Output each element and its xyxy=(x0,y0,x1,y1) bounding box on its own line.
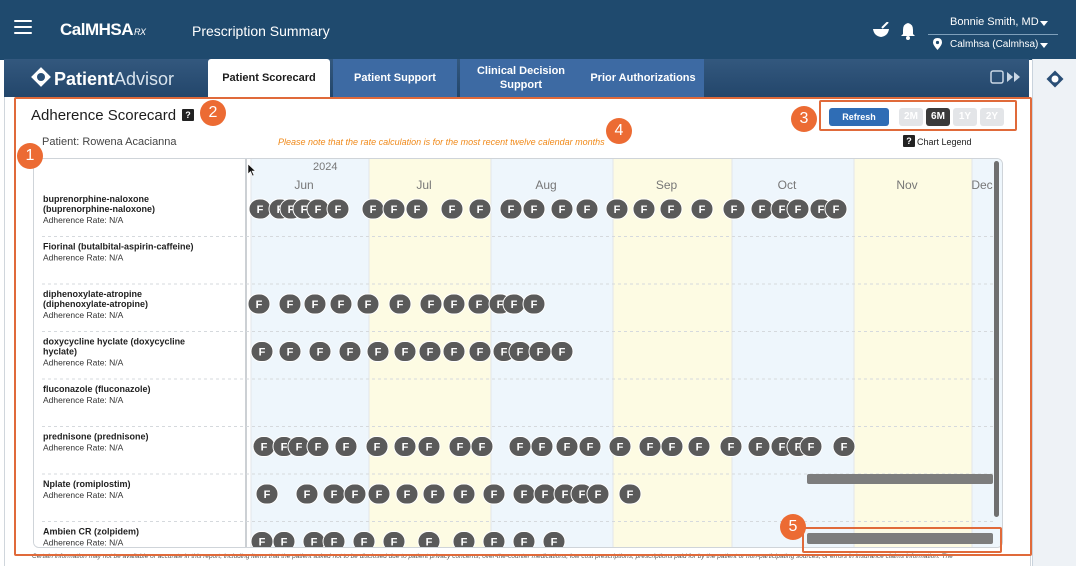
organization-name[interactable]: Calmhsa (Calmhsa) xyxy=(950,39,1038,50)
tab-bar: PatientAdvisor Patient Scorecard Patient… xyxy=(4,59,1029,97)
callout-number-2: 2 xyxy=(200,100,226,126)
user-divider xyxy=(928,34,1058,35)
right-side-rail xyxy=(1032,59,1076,566)
tab-clinical-decision-support[interactable]: Clinical Decision Support xyxy=(460,59,582,97)
callout-box-1 xyxy=(14,97,1032,556)
expand-panel-icon[interactable] xyxy=(989,70,1023,84)
patient-advisor-logo-icon xyxy=(31,67,51,87)
org-menu-caret-icon[interactable] xyxy=(1040,43,1048,48)
notification-bell-icon[interactable] xyxy=(900,22,916,40)
patient-advisor-rail-icon[interactable] xyxy=(1045,69,1065,89)
page-title: Prescription Summary xyxy=(192,23,330,39)
callout-number-5: 5 xyxy=(780,514,806,540)
callout-box-3 xyxy=(819,100,1017,131)
tab-patient-support[interactable]: Patient Support xyxy=(333,59,457,97)
callout-number-4: 4 xyxy=(606,118,632,144)
top-bar: CalMHSARX Prescription Summary Bonnie Sm… xyxy=(0,0,1076,60)
callout-number-3: 3 xyxy=(791,106,817,132)
user-name[interactable]: Bonnie Smith, MD xyxy=(950,16,1039,28)
app-logo[interactable]: CalMHSARX xyxy=(60,20,146,40)
callout-box-5 xyxy=(802,527,1002,553)
tab-prior-authorizations[interactable]: Prior Authorizations xyxy=(582,59,704,97)
user-menu-caret-icon[interactable] xyxy=(1040,21,1048,26)
tab-patient-scorecard[interactable]: Patient Scorecard xyxy=(208,59,330,97)
location-pin-icon xyxy=(933,38,942,50)
mortar-pestle-icon[interactable] xyxy=(872,22,890,38)
callout-number-1: 1 xyxy=(17,143,43,169)
menu-icon[interactable] xyxy=(14,20,32,34)
